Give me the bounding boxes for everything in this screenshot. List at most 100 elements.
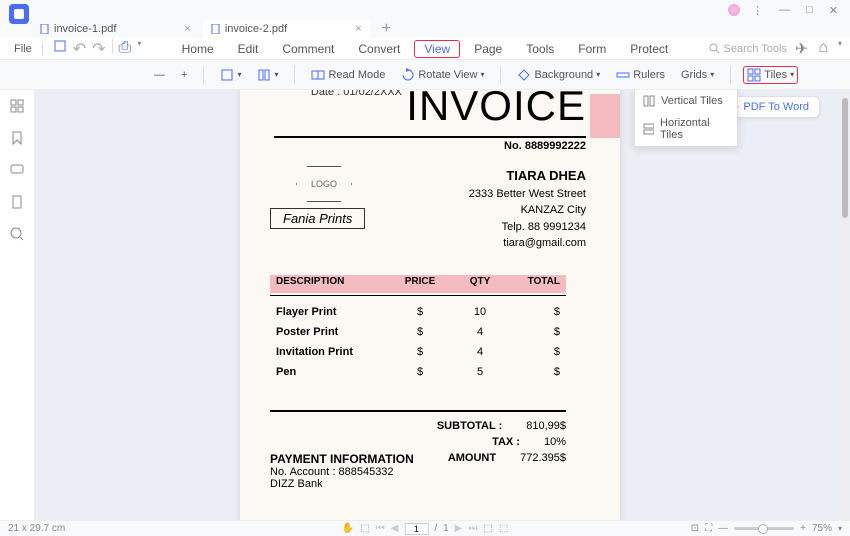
tiles-button[interactable]: Tiles▾ <box>743 66 798 84</box>
file-menu[interactable]: File <box>8 43 38 55</box>
tab-close-icon[interactable]: × <box>355 23 361 35</box>
first-page-icon[interactable]: ⏮ <box>376 523 385 534</box>
redo-icon[interactable]: ↷ <box>92 39 105 59</box>
background-button[interactable]: Background▾ <box>513 66 604 84</box>
close-icon[interactable]: ✕ <box>825 2 842 19</box>
page-total: 1 <box>443 523 449 534</box>
auto-fit-icon[interactable]: ⊡ <box>691 523 699 534</box>
col-desc: DESCRIPTION <box>270 276 390 287</box>
undo-icon[interactable]: ↶ <box>73 39 86 59</box>
user-avatar[interactable] <box>728 4 740 16</box>
invoice-date: Date : 01/02/2XXX <box>311 90 402 98</box>
canvas[interactable]: Date : 01/02/2XXX INVOICE No. 8889992222… <box>34 90 850 520</box>
tab-form[interactable]: Form <box>568 40 616 58</box>
col-qty: QTY <box>450 276 510 287</box>
tab-label: invoice-1.pdf <box>54 23 116 35</box>
zoom-value: 75% <box>812 523 832 534</box>
tab-comment[interactable]: Comment <box>272 40 344 58</box>
tab-label: invoice-2.pdf <box>225 23 287 35</box>
grids-button[interactable]: Grids▾ <box>677 67 718 83</box>
fullscreen-icon[interactable]: ⛶ <box>705 523 712 534</box>
bookmark-icon[interactable] <box>9 130 25 146</box>
tiles-dropdown: Vertical Tiles Horizontal Tiles <box>634 90 738 147</box>
zoom-in-button[interactable]: + <box>177 67 191 83</box>
zoom-out-button[interactable]: — <box>150 67 169 83</box>
fit-width-icon[interactable]: ⬚ <box>483 523 492 534</box>
file-icon <box>211 24 221 34</box>
tab-tools[interactable]: Tools <box>516 40 564 58</box>
client-email: tiara@gmail.com <box>469 235 586 252</box>
titlebar: ⋮ — □ ✕ <box>0 0 850 20</box>
tab-edit[interactable]: Edit <box>228 40 269 58</box>
scrollbar-thumb[interactable] <box>842 98 848 218</box>
tab-page[interactable]: Page <box>464 40 512 58</box>
prev-page-icon[interactable]: ◀ <box>391 523 399 534</box>
more-icon[interactable]: ⋮ <box>748 2 767 19</box>
col-price: PRICE <box>390 276 450 287</box>
zoom-slider[interactable] <box>734 527 794 530</box>
tab-home[interactable]: Home <box>172 40 224 58</box>
tab-view[interactable]: View <box>414 40 460 58</box>
zoom-in-icon[interactable]: + <box>800 523 806 534</box>
company-logo: LOGO <box>296 166 352 202</box>
fit-button[interactable]: ▾ <box>216 66 245 84</box>
read-mode-button[interactable]: Read Mode <box>307 66 389 84</box>
horizontal-tiles-item[interactable]: Horizontal Tiles <box>635 112 737 146</box>
left-sidebar <box>0 90 34 520</box>
payment-info: PAYMENT INFORMATION No. Account : 888545… <box>270 452 414 490</box>
comments-icon[interactable] <box>9 162 25 178</box>
page-input[interactable] <box>404 523 428 535</box>
tab-protect[interactable]: Protect <box>620 40 678 58</box>
next-page-icon[interactable]: ▶ <box>455 523 463 534</box>
thumbnails-icon[interactable] <box>9 98 25 114</box>
tab-convert[interactable]: Convert <box>348 40 410 58</box>
add-tab-button[interactable]: + <box>374 20 399 38</box>
fit-page-icon[interactable]: ⬚ <box>499 523 508 534</box>
table-row: Flayer Print$10$ <box>270 302 566 322</box>
tab-invoice-2[interactable]: invoice-2.pdf × <box>203 20 370 38</box>
cloud-icon[interactable]: ⌂ <box>818 39 828 59</box>
search-panel-icon[interactable] <box>9 226 25 242</box>
table-divider <box>270 295 566 296</box>
client-phone: Telp. 88 9991234 <box>469 219 586 236</box>
minimize-icon[interactable]: — <box>775 2 794 18</box>
save-icon[interactable] <box>53 39 67 53</box>
client-addr2: KANZAZ City <box>469 202 586 219</box>
vertical-tiles-item[interactable]: Vertical Tiles <box>635 90 737 112</box>
totals-block: SUBTOTAL :810,99$ TAX :10% AMOUNT772.395… <box>437 420 566 468</box>
select-tool-icon[interactable]: ⬚ <box>360 523 369 534</box>
print-icon[interactable]: ⎙ <box>119 39 132 59</box>
vertical-scrollbar[interactable] <box>842 90 848 520</box>
help-icon[interactable]: ▾ <box>838 39 842 59</box>
tab-close-icon[interactable]: × <box>184 23 190 35</box>
zoom-out-icon[interactable]: — <box>718 523 728 534</box>
workspace: ▸ Date : 01/02/2XXX INVOICE No. 88899922… <box>0 90 850 520</box>
last-page-icon[interactable]: ⏭ <box>468 523 477 534</box>
tab-invoice-1[interactable]: invoice-1.pdf × <box>32 20 199 38</box>
send-icon[interactable]: ✈ <box>795 39 808 59</box>
client-name: TIARA DHEA <box>469 166 586 186</box>
layout-button[interactable]: ▾ <box>253 66 282 84</box>
table-row: Invitation Print$4$ <box>270 342 566 362</box>
search-tools[interactable]: Search Tools <box>709 43 787 55</box>
table-header: DESCRIPTION PRICE QTY TOTAL <box>270 276 566 287</box>
table-row: Poster Print$4$ <box>270 322 566 342</box>
vertical-tiles-icon <box>643 95 655 107</box>
maximize-icon[interactable]: □ <box>802 2 817 18</box>
main-tabs: Home Edit Comment Convert View Page Tool… <box>172 40 679 58</box>
table-row: Pen$5$ <box>270 362 566 382</box>
rulers-button[interactable]: Rulers <box>612 66 669 84</box>
accent-bar <box>590 94 620 138</box>
page-dimensions: 21 x 29.7 cm <box>8 523 65 534</box>
app-logo[interactable] <box>9 4 29 24</box>
ribbon: — + ▾ ▾ Read Mode Rotate View▾ Backgroun… <box>0 60 850 90</box>
search-icon <box>709 43 720 54</box>
rotate-view-button[interactable]: Rotate View▾ <box>397 66 488 84</box>
col-total: TOTAL <box>510 276 566 287</box>
document-page: Date : 01/02/2XXX INVOICE No. 8889992222… <box>240 90 620 520</box>
hand-tool-icon[interactable]: ✋ <box>342 523 354 534</box>
company-name: Fania Prints <box>270 208 365 229</box>
attachments-icon[interactable] <box>9 194 25 210</box>
page-navigator: ✋ ⬚ ⏮ ◀ /1 ▶ ⏭ ⬚ ⬚ <box>342 523 509 535</box>
document-tabs: invoice-1.pdf × invoice-2.pdf × + <box>0 20 850 38</box>
